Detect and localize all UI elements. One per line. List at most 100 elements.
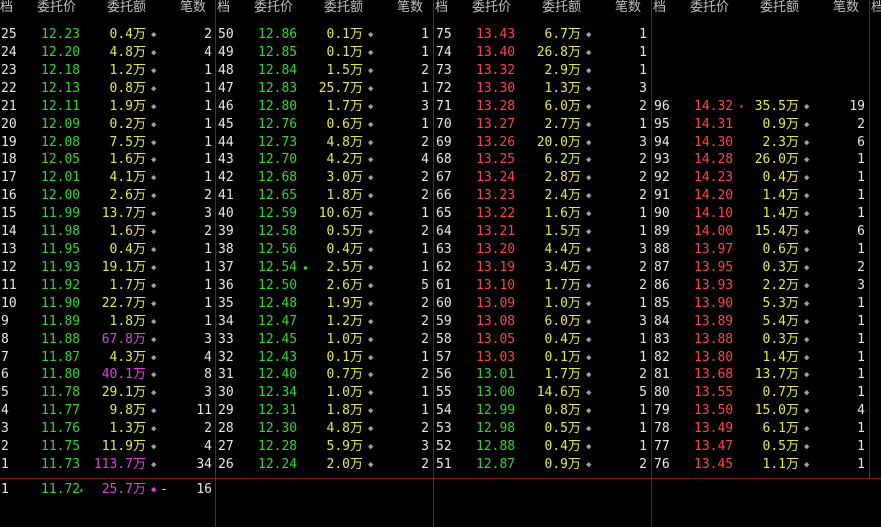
detail-diamond-icon[interactable]: ◆ — [804, 331, 809, 349]
detail-diamond-icon[interactable]: ◆ — [368, 438, 373, 456]
detail-diamond-icon[interactable]: ◆ — [804, 98, 809, 116]
detail-diamond-icon[interactable]: ◆ — [586, 438, 591, 456]
detail-diamond-icon[interactable]: ◆ — [368, 295, 373, 313]
detail-diamond-icon[interactable]: ◆ — [151, 277, 156, 295]
detail-diamond-icon[interactable]: ◆ — [804, 259, 809, 277]
detail-diamond-icon[interactable]: ◆ — [368, 331, 373, 349]
header-price[interactable]: 委托价 — [690, 0, 729, 16]
detail-diamond-icon[interactable]: ◆ — [804, 151, 809, 169]
detail-diamond-icon[interactable]: ◆ — [804, 205, 809, 223]
detail-diamond-icon[interactable]: ◆ — [804, 134, 809, 152]
detail-diamond-icon[interactable]: ◆ — [368, 98, 373, 116]
header-idx[interactable]: 档 — [0, 0, 13, 16]
detail-diamond-icon[interactable]: ◆ — [586, 151, 591, 169]
detail-diamond-icon[interactable]: ◆ — [804, 313, 809, 331]
detail-diamond-icon[interactable]: ◆ — [368, 456, 373, 474]
detail-diamond-icon[interactable]: ◆ — [151, 313, 156, 331]
detail-diamond-icon[interactable]: ◆ — [586, 169, 591, 187]
detail-diamond-icon[interactable]: ◆ — [151, 438, 156, 456]
detail-diamond-icon[interactable]: ◆ — [368, 402, 373, 420]
detail-diamond-icon[interactable]: ◆ — [586, 295, 591, 313]
detail-diamond-icon[interactable]: ◆ — [368, 349, 373, 367]
header-count[interactable]: 笔数 — [180, 0, 206, 16]
detail-diamond-icon[interactable]: ◆ — [151, 151, 156, 169]
detail-diamond-icon[interactable]: ◆ — [368, 420, 373, 438]
detail-diamond-icon[interactable]: ◆ — [368, 151, 373, 169]
detail-diamond-icon[interactable]: ◆ — [586, 26, 591, 44]
detail-diamond-icon[interactable]: ◆ — [804, 277, 809, 295]
detail-diamond-icon[interactable]: ◆ — [151, 134, 156, 152]
detail-diamond-icon[interactable]: ◆ — [151, 384, 156, 402]
header-count[interactable]: 笔数 — [397, 0, 423, 16]
detail-diamond-icon[interactable]: ◆ — [804, 223, 809, 241]
detail-diamond-icon[interactable]: ◆ — [151, 223, 156, 241]
detail-diamond-icon[interactable]: ◆ — [368, 80, 373, 98]
detail-diamond-icon[interactable]: ◆ — [368, 241, 373, 259]
detail-diamond-icon[interactable]: ◆ — [804, 116, 809, 134]
header-amount[interactable]: 委托额 — [760, 0, 799, 16]
detail-diamond-icon[interactable]: ◆ — [804, 384, 809, 402]
detail-diamond-icon[interactable]: ◆ — [586, 456, 591, 474]
detail-diamond-icon[interactable]: ◆ — [804, 349, 809, 367]
detail-diamond-icon[interactable]: ◆ — [804, 295, 809, 313]
detail-diamond-icon[interactable]: ◆ — [586, 205, 591, 223]
detail-diamond-icon[interactable]: ◆ — [586, 420, 591, 438]
detail-diamond-icon[interactable]: ◆ — [804, 169, 809, 187]
detail-diamond-icon[interactable]: ◆ — [804, 438, 809, 456]
detail-diamond-icon[interactable]: ◆ — [151, 420, 156, 438]
detail-diamond-icon[interactable]: ◆ — [586, 134, 591, 152]
detail-diamond-icon[interactable]: ◆ — [151, 62, 156, 80]
detail-diamond-icon[interactable]: ◆ — [151, 80, 156, 98]
detail-diamond-icon[interactable]: ◆ — [368, 313, 373, 331]
header-amount[interactable]: 委托额 — [324, 0, 363, 16]
detail-diamond-icon[interactable]: ◆ — [586, 331, 591, 349]
detail-diamond-icon[interactable]: ◆ — [804, 402, 809, 420]
detail-diamond-icon[interactable]: ◆ — [368, 259, 373, 277]
header-amount[interactable]: 委托额 — [542, 0, 581, 16]
detail-diamond-icon[interactable]: ◆ — [804, 456, 809, 474]
detail-diamond-icon[interactable]: ◆ — [151, 205, 156, 223]
detail-diamond-icon[interactable]: ◆ — [804, 187, 809, 205]
header-idx[interactable]: 档 — [435, 0, 448, 16]
detail-diamond-icon[interactable]: ◆ — [151, 259, 156, 277]
header-price[interactable]: 委托价 — [37, 0, 76, 16]
detail-diamond-icon[interactable]: ◆ — [151, 116, 156, 134]
detail-diamond-icon[interactable]: ◆ — [586, 402, 591, 420]
header-idx[interactable]: 档 — [653, 0, 666, 16]
header-price[interactable]: 委托价 — [254, 0, 293, 16]
detail-diamond-icon[interactable]: ◆ — [368, 277, 373, 295]
detail-diamond-icon[interactable]: ◆ — [151, 481, 156, 499]
detail-diamond-icon[interactable]: ◆ — [368, 134, 373, 152]
detail-diamond-icon[interactable]: ◆ — [804, 420, 809, 438]
detail-diamond-icon[interactable]: ◆ — [151, 98, 156, 116]
detail-diamond-icon[interactable]: ◆ — [368, 116, 373, 134]
header-amount[interactable]: 委托额 — [107, 0, 146, 16]
detail-diamond-icon[interactable]: ◆ — [368, 62, 373, 80]
detail-diamond-icon[interactable]: ◆ — [586, 80, 591, 98]
detail-diamond-icon[interactable]: ◆ — [586, 98, 591, 116]
detail-diamond-icon[interactable]: ◆ — [151, 402, 156, 420]
detail-diamond-icon[interactable]: ◆ — [151, 44, 156, 62]
header-count[interactable]: 笔数 — [833, 0, 859, 16]
detail-diamond-icon[interactable]: ◆ — [368, 26, 373, 44]
detail-diamond-icon[interactable]: ◆ — [151, 187, 156, 205]
detail-diamond-icon[interactable]: ◆ — [804, 241, 809, 259]
header-idx[interactable]: 档 — [217, 0, 230, 16]
detail-diamond-icon[interactable]: ◆ — [586, 313, 591, 331]
detail-diamond-icon[interactable]: ◆ — [586, 384, 591, 402]
detail-diamond-icon[interactable]: ◆ — [586, 277, 591, 295]
detail-diamond-icon[interactable]: ◆ — [586, 259, 591, 277]
detail-diamond-icon[interactable]: ◆ — [151, 349, 156, 367]
detail-diamond-icon[interactable]: ◆ — [368, 44, 373, 62]
detail-diamond-icon[interactable]: ◆ — [586, 349, 591, 367]
detail-diamond-icon[interactable]: ◆ — [368, 366, 373, 384]
header-price[interactable]: 委托价 — [472, 0, 511, 16]
detail-diamond-icon[interactable]: ◆ — [586, 241, 591, 259]
detail-diamond-icon[interactable]: ◆ — [151, 456, 156, 474]
detail-diamond-icon[interactable]: ◆ — [368, 169, 373, 187]
detail-diamond-icon[interactable]: ◆ — [151, 331, 156, 349]
detail-diamond-icon[interactable]: ◆ — [151, 366, 156, 384]
detail-diamond-icon[interactable]: ◆ — [586, 44, 591, 62]
detail-diamond-icon[interactable]: ◆ — [804, 366, 809, 384]
detail-diamond-icon[interactable]: ◆ — [586, 62, 591, 80]
